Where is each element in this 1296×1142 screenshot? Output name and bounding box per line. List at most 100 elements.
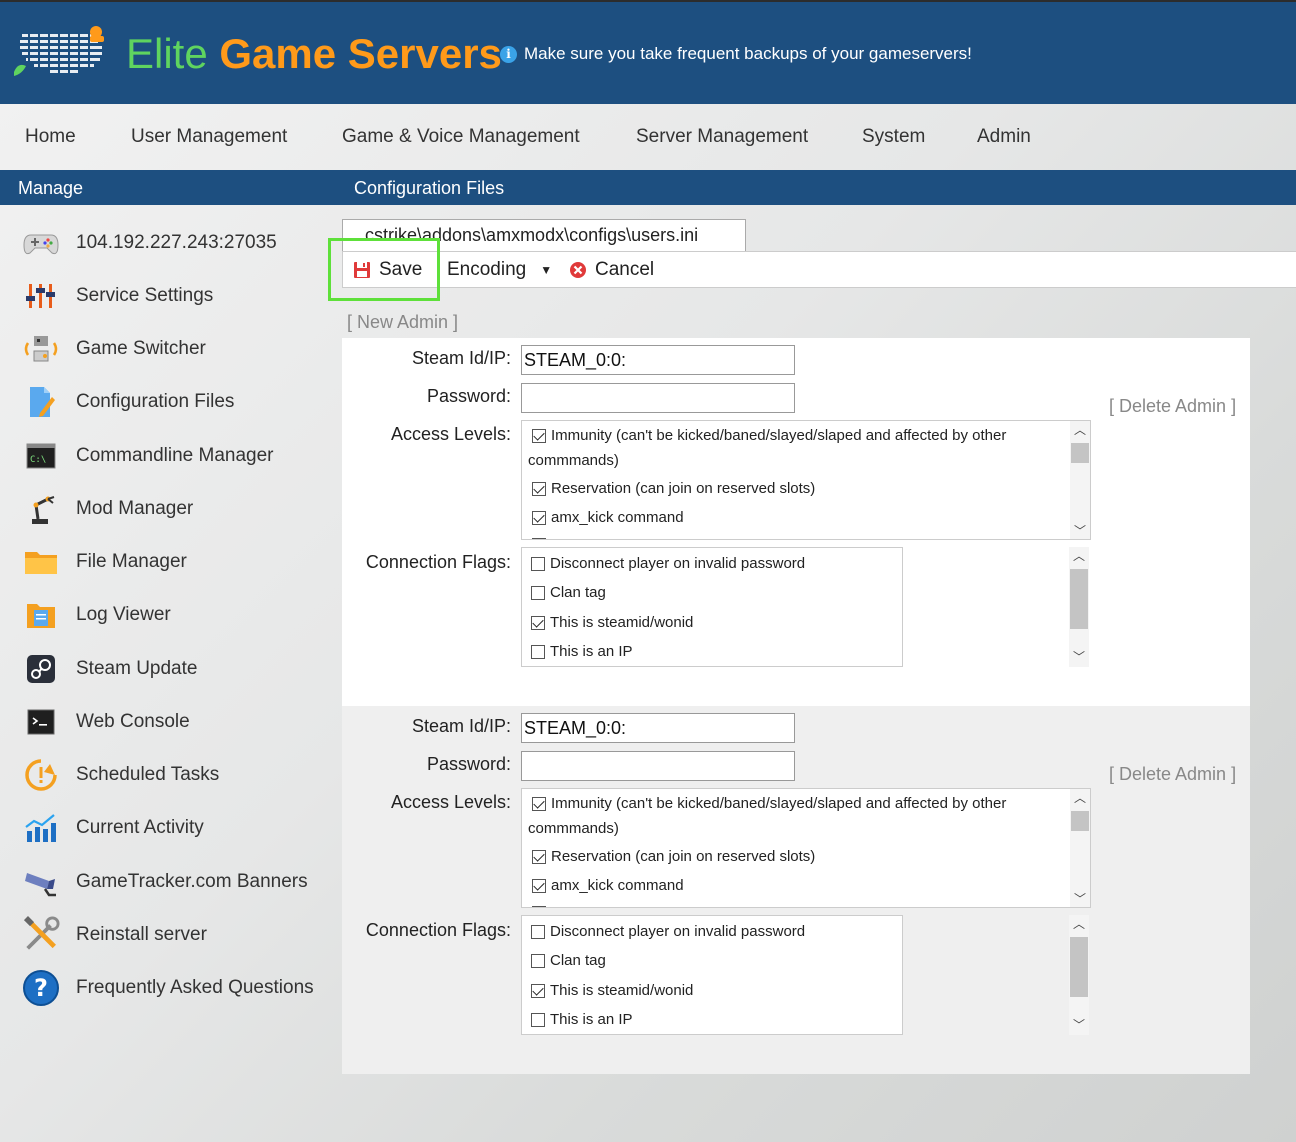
connection-flags-scrollbar[interactable]: ︿ ﹀ — [1069, 915, 1089, 1035]
list-item[interactable]: This is steamid/wonid — [531, 982, 693, 999]
checkbox[interactable] — [531, 645, 545, 659]
scrollbar-thumb[interactable] — [1070, 937, 1088, 997]
sliders-icon — [22, 278, 60, 314]
nav-user-management[interactable]: User Management — [131, 126, 287, 148]
list-item[interactable]: Reservation (can join on reserved slots) — [532, 848, 815, 865]
access-levels-list[interactable]: Immunity (can't be kicked/baned/slayed/s… — [521, 420, 1091, 540]
list-item[interactable]: Clan tag — [531, 952, 606, 969]
encoding-dropdown[interactable]: Encoding ▼ — [447, 252, 552, 288]
sidebar-item-mod-manager[interactable]: Mod Manager — [22, 489, 332, 529]
sidebar-item-service-settings[interactable]: Service Settings — [22, 276, 332, 316]
chevron-down-icon[interactable]: ﹀ — [1070, 522, 1090, 539]
nav-home[interactable]: Home — [25, 126, 76, 148]
access-levels-scrollbar[interactable]: ︿ ﹀ — [1070, 421, 1090, 539]
connection-flags-label: Connection Flags: — [365, 552, 511, 572]
activity-chart-icon — [22, 810, 60, 846]
chevron-up-icon[interactable]: ︿ — [1069, 915, 1089, 933]
checkbox[interactable] — [531, 586, 545, 600]
steam-id-label: Steam Id/IP: — [411, 716, 511, 736]
sidebar-item-label: Steam Update — [76, 658, 198, 679]
top-navigation: Home User Management Game & Voice Manage… — [0, 104, 1296, 170]
sidebar-item-server[interactable]: 104.192.227.243:27035 — [22, 223, 332, 263]
sidebar-item-log-viewer[interactable]: Log Viewer — [22, 595, 332, 635]
checkbox[interactable] — [531, 925, 545, 939]
sidebar-item-steam-update[interactable]: Steam Update — [22, 649, 332, 689]
nav-game-voice-management[interactable]: Game & Voice Management — [342, 126, 580, 148]
flag-label: Clan tag — [550, 952, 606, 969]
delete-admin-link[interactable]: [ Delete Admin ] — [1109, 764, 1236, 785]
sidebar-item-label: Commandline Manager — [76, 445, 274, 466]
checkbox[interactable] — [531, 954, 545, 968]
sidebar-item-game-switcher[interactable]: Game Switcher — [22, 329, 332, 369]
password-input[interactable] — [521, 383, 795, 413]
file-tab[interactable]: cstrike\addons\amxmodx\configs\users.ini — [342, 219, 746, 251]
password-input[interactable] — [521, 751, 795, 781]
access-level-label-continued: commmands) — [528, 820, 619, 837]
steam-id-input[interactable] — [521, 345, 795, 375]
list-item[interactable]: Reservation (can join on reserved slots) — [532, 480, 815, 497]
chevron-up-icon[interactable]: ︿ — [1069, 547, 1089, 565]
checkbox[interactable] — [531, 1013, 545, 1027]
chevron-up-icon[interactable]: ︿ — [1070, 789, 1090, 807]
sidebar-item-scheduled-tasks[interactable]: Scheduled Tasks — [22, 755, 332, 795]
list-item[interactable]: Disconnect player on invalid password — [531, 555, 805, 572]
nav-server-management[interactable]: Server Management — [636, 126, 808, 148]
robot-arm-icon — [22, 491, 60, 527]
list-item[interactable]: amx_kick command — [532, 877, 684, 894]
sidebar-item-label: GameTracker.com Banners — [76, 871, 308, 892]
checkbox[interactable] — [532, 482, 546, 496]
scrollbar-thumb[interactable] — [1071, 443, 1089, 463]
access-level-label: Reservation (can join on reserved slots) — [551, 480, 816, 497]
folder-icon — [22, 544, 60, 580]
scrollbar-thumb[interactable] — [1071, 811, 1089, 831]
sidebar-item-label: 104.192.227.243:27035 — [76, 232, 277, 253]
backup-notice-text: Make sure you take frequent backups of y… — [524, 44, 972, 63]
access-level-label: amx_kick command — [551, 877, 684, 894]
log-file-icon — [22, 597, 60, 633]
steam-id-input[interactable] — [521, 713, 795, 743]
chevron-down-icon[interactable]: ﹀ — [1069, 648, 1089, 666]
access-levels-scrollbar[interactable]: ︿ ﹀ — [1070, 789, 1090, 907]
list-item[interactable]: Disconnect player on invalid password — [531, 923, 805, 940]
chevron-up-icon[interactable]: ︿ — [1070, 421, 1090, 439]
list-item[interactable]: This is steamid/wonid — [531, 614, 693, 631]
checkbox[interactable] — [532, 850, 546, 864]
list-item[interactable]: amx_kick command — [532, 509, 684, 526]
sidebar-item-label: Service Settings — [76, 285, 214, 306]
nav-admin[interactable]: Admin — [977, 126, 1031, 148]
checkbox[interactable] — [532, 879, 546, 893]
checkbox[interactable] — [532, 797, 546, 811]
connection-flags-list[interactable]: Disconnect player on invalid password Cl… — [521, 547, 1091, 667]
sidebar-item-configuration-files[interactable]: Configuration Files — [22, 382, 332, 422]
sidebar-item-reinstall-server[interactable]: Reinstall server — [22, 915, 332, 955]
checkbox[interactable] — [531, 984, 545, 998]
cancel-button[interactable]: Cancel — [569, 252, 654, 288]
delete-admin-link[interactable]: [ Delete Admin ] — [1109, 396, 1236, 417]
list-item[interactable]: This is an IP — [531, 643, 633, 660]
list-item[interactable]: Clan tag — [531, 584, 606, 601]
nav-system[interactable]: System — [862, 126, 925, 148]
access-levels-list[interactable]: Immunity (can't be kicked/baned/slayed/s… — [521, 788, 1091, 908]
connection-flags-scrollbar[interactable]: ︿ ﹀ — [1069, 547, 1089, 667]
chevron-down-icon[interactable]: ﹀ — [1069, 1016, 1089, 1034]
sidebar-item-commandline-manager[interactable]: C:\ Commandline Manager — [22, 436, 332, 476]
sidebar-item-faq[interactable]: ? Frequently Asked Questions — [22, 968, 332, 1008]
new-admin-link[interactable]: [ New Admin ] — [347, 312, 458, 333]
scrollbar-thumb[interactable] — [1070, 569, 1088, 629]
checkbox[interactable] — [532, 511, 546, 525]
connection-flags-list[interactable]: Disconnect player on invalid password Cl… — [521, 915, 1091, 1035]
sidebar-item-gametracker-banners[interactable]: GameTracker.com Banners — [22, 862, 332, 902]
checkbox[interactable] — [532, 429, 546, 443]
save-button[interactable]: Save — [353, 252, 422, 288]
checkbox[interactable] — [531, 616, 545, 630]
sidebar-item-web-console[interactable]: Web Console — [22, 702, 332, 742]
list-item[interactable]: Immunity (can't be kicked/baned/slayed/s… — [532, 795, 1006, 812]
chevron-down-icon[interactable]: ﹀ — [1070, 890, 1090, 907]
steam-icon — [22, 651, 60, 687]
list-item[interactable]: Immunity (can't be kicked/baned/slayed/s… — [532, 427, 1006, 444]
tools-icon — [22, 916, 60, 953]
sidebar-item-current-activity[interactable]: Current Activity — [22, 808, 332, 848]
list-item[interactable]: This is an IP — [531, 1011, 633, 1028]
sidebar-item-file-manager[interactable]: File Manager — [22, 542, 332, 582]
checkbox[interactable] — [531, 557, 545, 571]
